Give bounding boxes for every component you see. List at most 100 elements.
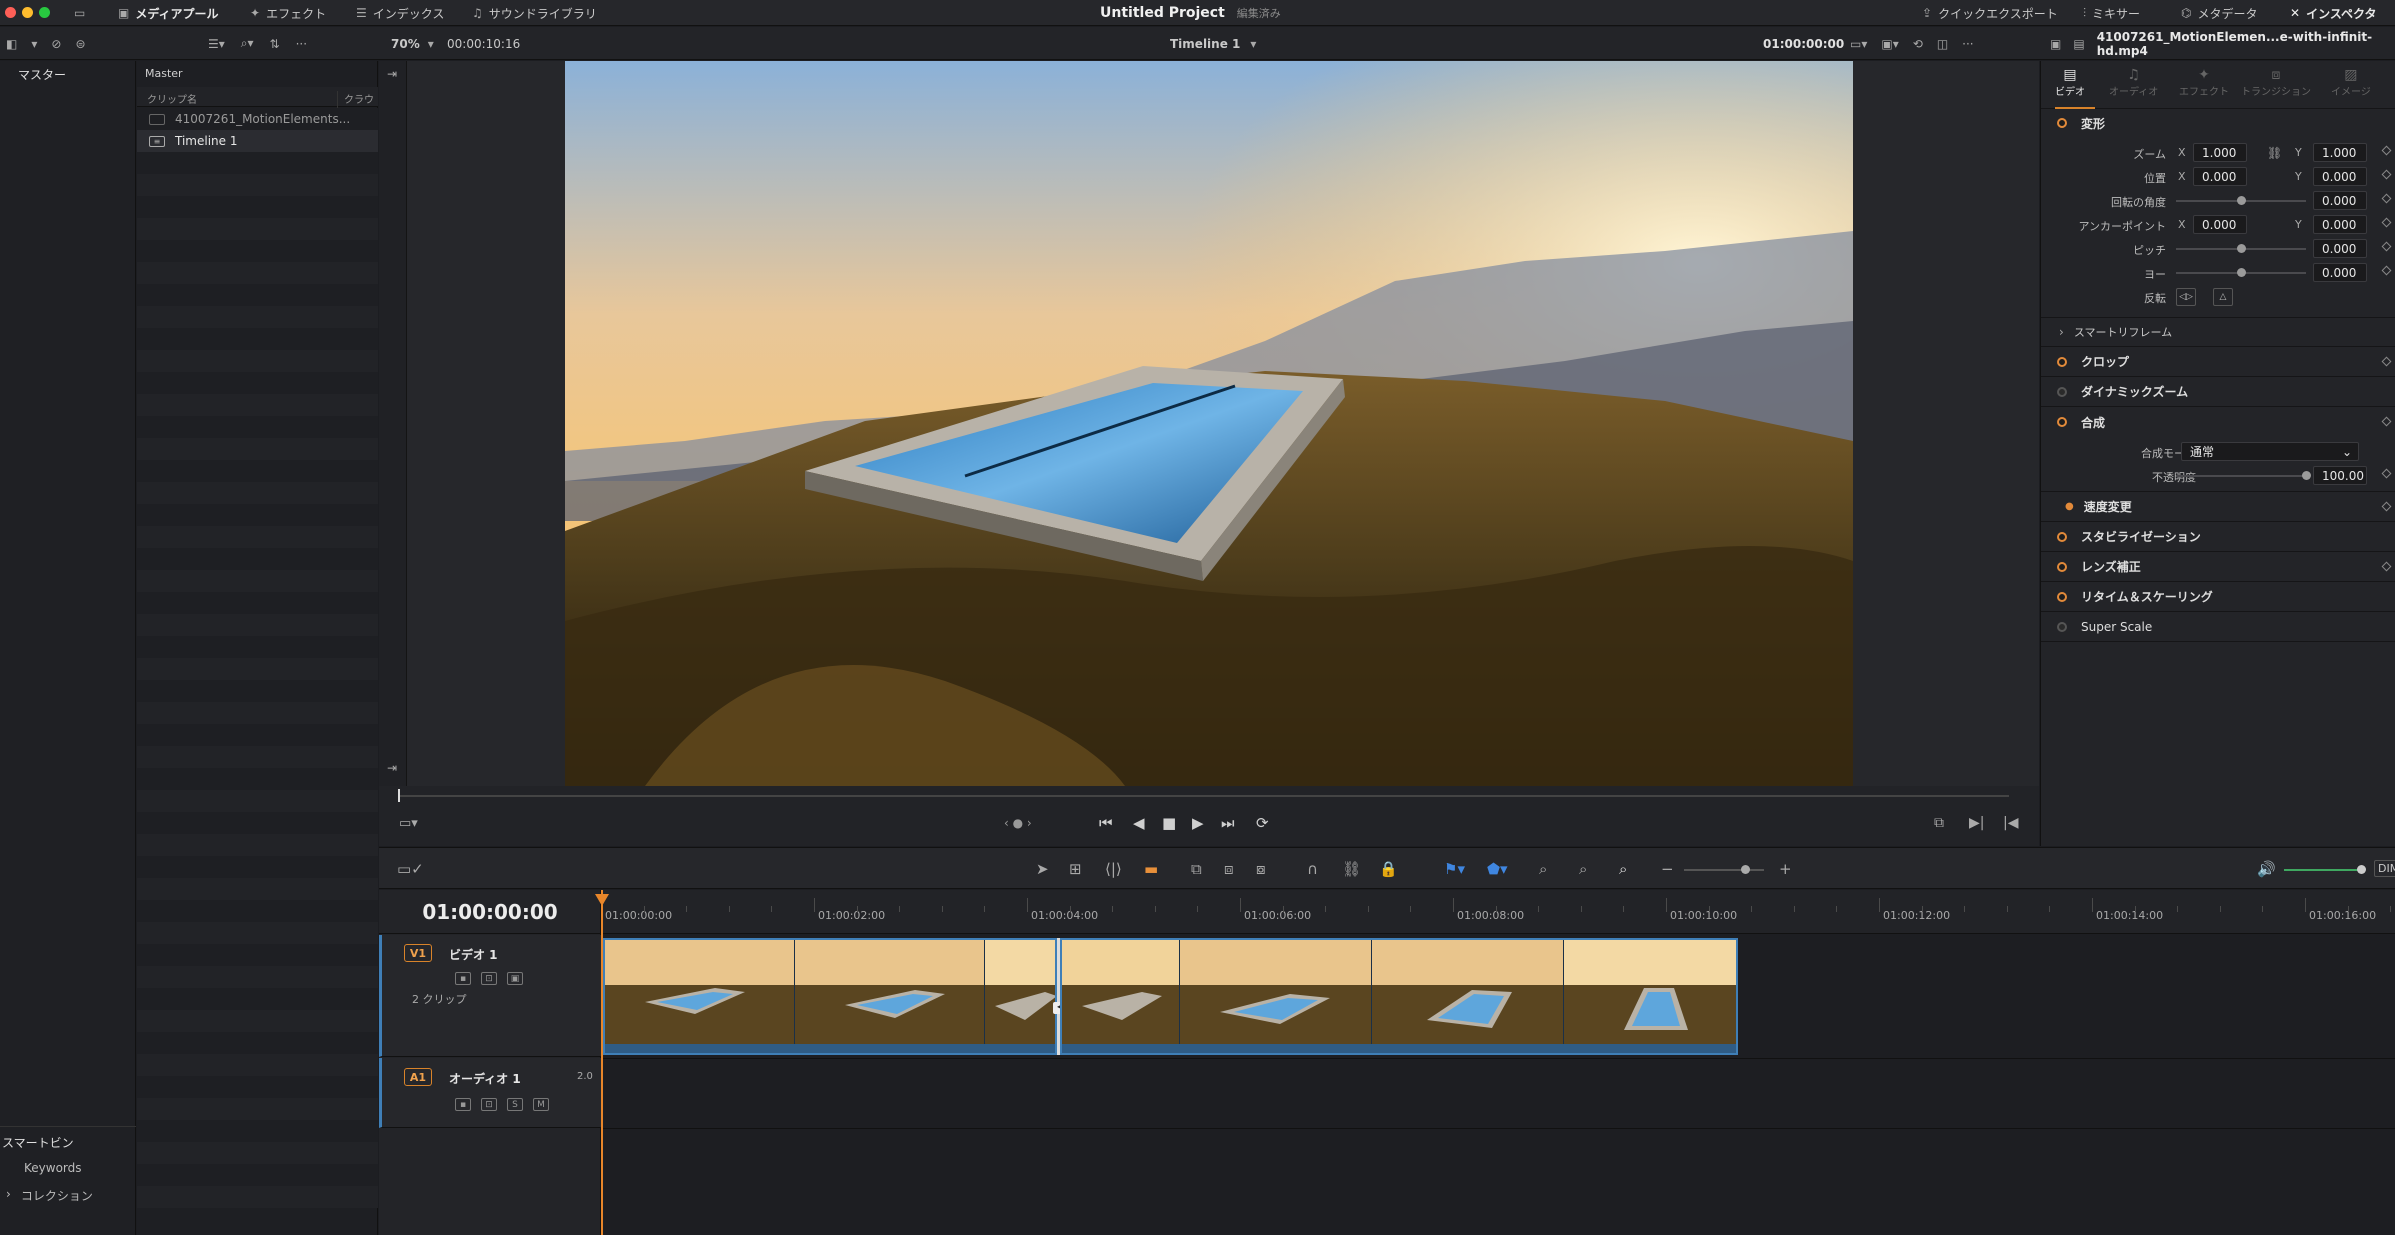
pool-item-clip[interactable]: 41007261_MotionElements...: [137, 108, 378, 130]
dynamic-zoom-toggle[interactable]: [2057, 386, 2067, 397]
crop-toggle[interactable]: [2057, 356, 2067, 367]
match-frame-icon[interactable]: ⧉: [1934, 815, 1944, 831]
keyframe-icon[interactable]: [2381, 193, 2392, 204]
loop-button[interactable]: ⟳: [1256, 814, 1269, 832]
dynamic-zoom-section[interactable]: ダイナミックズーム: [2041, 377, 2395, 407]
video-clip-1[interactable]: [603, 938, 1057, 1055]
overwrite-clip-icon[interactable]: ⧈: [1224, 860, 1234, 878]
zoom-out-icon[interactable]: −: [1661, 860, 1674, 878]
opacity-field[interactable]: 100.00: [2313, 466, 2367, 485]
timeline-view-options-icon[interactable]: ▭✓: [397, 860, 424, 878]
retime-scaling-toggle[interactable]: [2057, 591, 2067, 602]
auto-select-icon[interactable]: ⊡: [481, 1098, 497, 1111]
stop-button[interactable]: ■: [1162, 814, 1176, 832]
keyframe-icon[interactable]: [2381, 416, 2392, 427]
viewer-mode-icon[interactable]: ▭▾: [1850, 37, 1867, 51]
zoom-full-icon[interactable]: ⌕: [1539, 860, 1547, 878]
smart-bin-icon[interactable]: ⊜: [75, 37, 85, 51]
zoom-custom-icon[interactable]: ⌕: [1619, 860, 1627, 878]
output-icon[interactable]: ▣▾: [1881, 37, 1898, 51]
next-edit-icon[interactable]: ▶|: [1969, 815, 1984, 831]
position-y-field[interactable]: 0.000: [2313, 167, 2367, 186]
index-tab[interactable]: ☰ インデックス: [356, 0, 444, 26]
track-visibility-icon[interactable]: ▣: [507, 972, 523, 985]
zoom-x-field[interactable]: 1.000: [2193, 143, 2247, 162]
video-clip-2[interactable]: [1060, 938, 1738, 1055]
playhead-line[interactable]: [601, 890, 603, 1235]
timeline-zoom-knob[interactable]: [1741, 865, 1750, 874]
keyframe-icon[interactable]: [2381, 356, 2392, 367]
keyframe-icon[interactable]: [2381, 501, 2392, 512]
trim-tool-icon[interactable]: ⊞: [1069, 860, 1082, 878]
snapping-icon[interactable]: ∩: [1307, 860, 1318, 878]
tab-video[interactable]: ▤ ビデオ: [2055, 67, 2085, 98]
search-icon[interactable]: ⌕▾: [241, 36, 254, 51]
pool-item-timeline[interactable]: ≡ Timeline 1: [137, 130, 378, 152]
pitch-knob[interactable]: [2237, 244, 2246, 253]
keyframe-icon[interactable]: [2381, 468, 2392, 479]
position-x-field[interactable]: 0.000: [2193, 167, 2247, 186]
composite-toggle[interactable]: [2057, 417, 2067, 427]
video-frame[interactable]: [565, 61, 1853, 786]
speed-change-section[interactable]: ● 速度変更: [2041, 492, 2395, 522]
list-view-icon[interactable]: ☰▾: [208, 37, 225, 51]
rotation-field[interactable]: 0.000: [2313, 191, 2367, 210]
keyframe-icon[interactable]: [2381, 241, 2392, 252]
sync-icon[interactable]: ⟲: [1913, 37, 1923, 51]
panel-layout-icon[interactable]: ◧: [6, 37, 17, 51]
replace-clip-icon[interactable]: ⧇: [1256, 860, 1266, 878]
minimize-window-button[interactable]: [22, 7, 33, 18]
collections-bin[interactable]: › コレクション: [6, 1187, 93, 1204]
tab-image[interactable]: ▨ イメージ: [2331, 67, 2371, 98]
lock-icon[interactable]: 🔒: [1379, 860, 1398, 878]
scrubber-playhead[interactable]: [398, 789, 400, 802]
master-bin[interactable]: マスター: [18, 66, 66, 83]
zoom-in-icon[interactable]: +: [1779, 860, 1792, 878]
dim-button[interactable]: DIM: [2374, 860, 2395, 877]
track-lock-icon[interactable]: ▪: [455, 1098, 471, 1111]
transform-section[interactable]: 変形: [2041, 109, 2395, 137]
prev-edit-icon[interactable]: |◀: [2003, 815, 2018, 831]
flip-vertical-icon[interactable]: △: [2213, 288, 2233, 306]
playhead-marker-icon[interactable]: [595, 894, 609, 906]
more-options-icon[interactable]: ···: [296, 37, 307, 51]
tab-audio[interactable]: ♫ オーディオ: [2109, 67, 2158, 98]
stabilization-toggle[interactable]: [2057, 531, 2067, 542]
video-track-name[interactable]: ビデオ 1: [449, 946, 498, 963]
mute-button[interactable]: M: [533, 1098, 549, 1111]
tab-effects[interactable]: ✦ エフェクト: [2179, 67, 2229, 98]
effects-tab[interactable]: ✦ エフェクト: [250, 0, 326, 26]
zoom-dropdown[interactable]: 70% ▾: [391, 27, 434, 60]
a1-badge[interactable]: A1: [404, 1068, 432, 1086]
composite-section[interactable]: 合成: [2041, 407, 2395, 437]
crop-section[interactable]: クロップ: [2041, 347, 2395, 377]
keyframe-icon[interactable]: [2381, 145, 2392, 156]
volume-slider[interactable]: [2284, 869, 2364, 871]
timeline-zoom-slider[interactable]: [1684, 869, 1764, 871]
anchor-y-field[interactable]: 0.000: [2313, 215, 2367, 234]
rotation-knob[interactable]: [2237, 196, 2246, 205]
audio-track-name[interactable]: オーディオ 1: [449, 1070, 521, 1087]
zoom-window-button[interactable]: [39, 7, 50, 18]
keyframe-icon[interactable]: [2381, 561, 2392, 572]
timeline-ruler[interactable]: 01:00:00:00 01:00:02:00 01:00:04:00 01:00:0…: [601, 890, 2395, 934]
link-bin-icon[interactable]: ⊘: [51, 37, 61, 51]
composite-mode-dropdown[interactable]: 通常 ⌄: [2181, 442, 2359, 461]
fast-forward-button[interactable]: ⏭: [1221, 814, 1235, 832]
keyframe-icon[interactable]: [2381, 217, 2392, 228]
skip-to-start-icon[interactable]: ⇥: [387, 67, 397, 81]
mixer-button[interactable]: ⫶ ミキサー: [2083, 0, 2140, 26]
solo-button[interactable]: S: [507, 1098, 523, 1111]
frame-guide-icon[interactable]: ▭▾: [399, 816, 418, 831]
keyframe-icon[interactable]: [2381, 265, 2392, 276]
metadata-button[interactable]: ⌬ メタデータ: [2181, 0, 2258, 26]
super-scale-toggle[interactable]: [2057, 621, 2067, 632]
timeline-timecode[interactable]: 01:00:00:00: [379, 890, 601, 934]
play-reverse-button[interactable]: ◀: [1133, 814, 1145, 832]
smart-reframe-section[interactable]: › スマートリフレーム: [2041, 317, 2395, 347]
yaw-knob[interactable]: [2237, 268, 2246, 277]
tab-transition[interactable]: ⧈ トランジション: [2241, 67, 2311, 98]
keyframe-icon[interactable]: [2381, 169, 2392, 180]
lens-correction-section[interactable]: レンズ補正: [2041, 552, 2395, 582]
timeline-selector[interactable]: Timeline 1 ▾: [1170, 27, 1256, 60]
